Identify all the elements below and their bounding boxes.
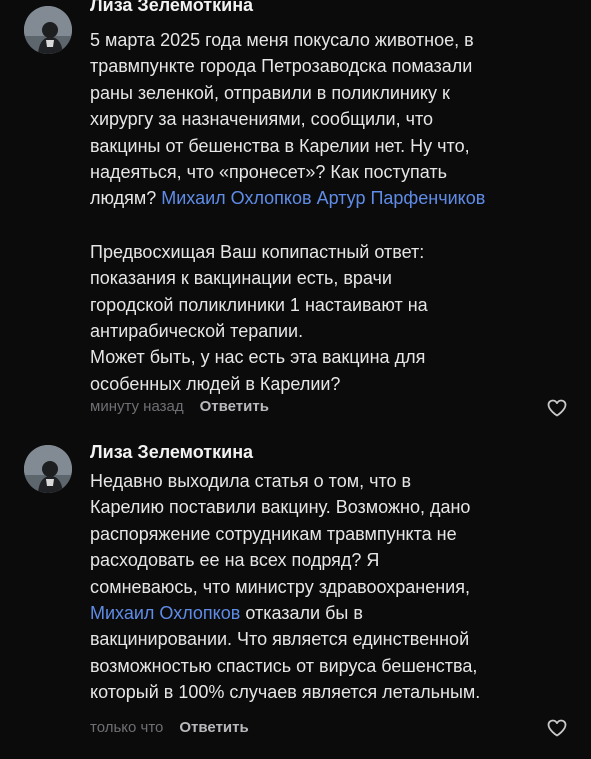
mention-link-mikhail-okhlopkov[interactable]: Михаил Охлопков	[161, 188, 311, 208]
mention-link-mikhail-okhlopkov[interactable]: Михаил Охлопков	[90, 603, 240, 623]
reply-button[interactable]: Ответить	[200, 398, 269, 415]
comment-text-line: особенных людей в Карелии?	[90, 373, 341, 394]
comment-text: Недавно выходила статья о том, что в Кар…	[90, 468, 575, 706]
comment-text: 5 марта 2025 года меня покусало животное…	[90, 27, 575, 397]
person-photo-icon	[24, 6, 72, 54]
comment-timestamp: только что	[90, 719, 164, 736]
comment-text-line: травмпункте города Петрозаводска помазал…	[90, 56, 473, 77]
comment-meta: минуту назад Ответить	[90, 398, 269, 415]
comment-text-line: расходовать ее на всех подряд? Я	[90, 550, 380, 571]
avatar[interactable]	[24, 445, 72, 493]
comment-text-line: Недавно выходила статья о том, что в	[90, 471, 412, 491]
comment-text-line: хирургу за назначениями, сообщили, что	[90, 109, 434, 130]
comment-text-line: людям?	[90, 188, 162, 209]
comment-text-line: Карелию поставили вакцину. Возможно, дан…	[90, 497, 471, 518]
comment-text-line: отказали бы в	[240, 602, 363, 623]
comment-text-line: Предвосхищая Ваш копипастный ответ:	[90, 241, 425, 262]
comment-author[interactable]: Лиза Зелемоткина	[90, 0, 253, 16]
comment-text-line: распоряжение сотрудникам травмпункта не	[90, 523, 457, 544]
comment-text-line: надеяться, что «пронесет»? Как поступать	[90, 161, 447, 182]
comment-text-line: показания к вакцинации есть, врачи	[90, 268, 392, 289]
reply-button[interactable]: Ответить	[179, 719, 248, 736]
comment-text-line: Может быть, у нас есть эта вакцина для	[90, 347, 426, 368]
person-photo-icon	[24, 445, 72, 493]
comment-text-line: антирабической терапии.	[90, 320, 304, 341]
comment-text-line: городской поликлиники 1 настаивают на	[90, 294, 428, 315]
comment-text-line: раны зеленкой, отправили в поликлинику к	[90, 82, 450, 103]
avatar[interactable]	[24, 6, 72, 54]
heart-outline-icon[interactable]	[547, 719, 567, 737]
comment-text-line: 5 марта 2025 года меня покусало животное…	[90, 30, 474, 50]
comments-feed: Лиза Зелемоткина 5 марта 2025 года меня …	[0, 0, 591, 759]
comment-text-line: который в 100% случаев является летальны…	[90, 682, 481, 703]
comment-author[interactable]: Лиза Зелемоткина	[90, 442, 253, 463]
comment-text-line: возможностью спастись от вируса бешенств…	[90, 655, 478, 676]
comment-text-line: вакцины от бешенства в Карелии нет. Ну ч…	[90, 135, 470, 156]
comment-text-line: сомневаюсь, что министру здравоохранения…	[90, 576, 470, 597]
comment-meta: только что Ответить	[90, 719, 249, 736]
comment-timestamp: минуту назад	[90, 398, 184, 415]
mention-link-artur-parfenchikov[interactable]: Артур Парфенчиков	[317, 188, 486, 208]
comment-text-line: вакцинировании. Что является единственно…	[90, 629, 470, 650]
heart-outline-icon[interactable]	[547, 399, 567, 417]
